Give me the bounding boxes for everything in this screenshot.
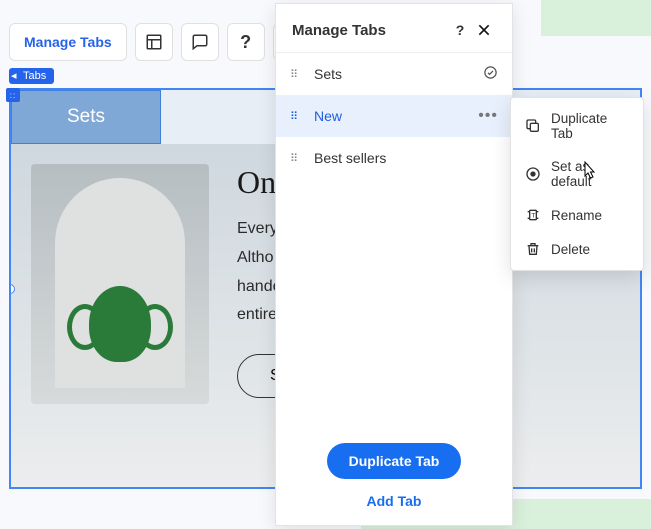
- tab-row-label: New: [314, 108, 472, 124]
- panel-header: Manage Tabs ?: [276, 4, 512, 53]
- product-image: [31, 164, 209, 404]
- radio-icon: [525, 166, 541, 182]
- ctx-delete[interactable]: Delete: [511, 232, 643, 266]
- delete-icon: [525, 241, 541, 257]
- help-icon-button[interactable]: ?: [227, 23, 265, 61]
- ctx-duplicate[interactable]: Duplicate Tab: [511, 102, 643, 150]
- tab-row-best-sellers[interactable]: ⠿ Best sellers: [276, 137, 512, 179]
- help-icon: ?: [456, 22, 465, 38]
- ctx-label: Delete: [551, 242, 590, 257]
- row-more-button[interactable]: •••: [478, 107, 498, 125]
- duplicate-icon: [525, 118, 541, 134]
- ctx-set-default[interactable]: Set as default: [511, 150, 643, 198]
- grip-icon[interactable]: ⠿: [290, 110, 304, 123]
- layout-icon-button[interactable]: [135, 23, 173, 61]
- more-icon: •••: [478, 107, 498, 124]
- ctx-label: Rename: [551, 208, 602, 223]
- default-badge: [483, 65, 498, 83]
- help-icon: ?: [240, 32, 251, 53]
- panel-help-button[interactable]: ?: [448, 18, 472, 42]
- grip-icon[interactable]: ⠿: [290, 68, 304, 81]
- tab-row-new[interactable]: ⠿ New •••: [276, 95, 512, 137]
- grip-icon[interactable]: ⠿: [290, 152, 304, 165]
- duplicate-tab-button[interactable]: Duplicate Tab: [327, 443, 462, 479]
- panel-title: Manage Tabs: [292, 22, 448, 39]
- layout-icon: [145, 33, 163, 51]
- ctx-rename[interactable]: T Rename: [511, 198, 643, 232]
- editor-toolbar: Manage Tabs ? •••: [9, 23, 311, 61]
- ctx-label: Set as default: [551, 159, 629, 189]
- tab-row-sets[interactable]: ⠿ Sets: [276, 53, 512, 95]
- tab-row-label: Sets: [314, 66, 477, 82]
- panel-close-button[interactable]: [472, 18, 496, 42]
- drag-handle[interactable]: ::: [6, 88, 20, 102]
- tab-row-label: Best sellers: [314, 150, 498, 166]
- close-icon: [476, 22, 492, 38]
- add-tab-button[interactable]: Add Tab: [276, 493, 512, 509]
- panel-footer: Duplicate Tab Add Tab: [276, 433, 512, 525]
- tab-list: ⠿ Sets ⠿ New ••• ⠿ Best sellers: [276, 53, 512, 433]
- ctx-label: Duplicate Tab: [551, 111, 629, 141]
- decorative-bar: [541, 0, 651, 36]
- manage-tabs-panel: Manage Tabs ? ⠿ Sets ⠿ New ••• ⠿ Best se…: [275, 3, 513, 526]
- drag-icon: ::: [10, 91, 16, 100]
- page-tab-sets[interactable]: Sets: [11, 90, 161, 144]
- svg-text:T: T: [531, 213, 535, 220]
- comment-icon: [191, 33, 209, 51]
- context-menu: Duplicate Tab Set as default T Rename De…: [510, 97, 644, 271]
- manage-tabs-button[interactable]: Manage Tabs: [9, 23, 127, 61]
- breadcrumb-badge[interactable]: Tabs: [9, 68, 54, 84]
- rename-icon: T: [525, 207, 541, 223]
- comment-icon-button[interactable]: [181, 23, 219, 61]
